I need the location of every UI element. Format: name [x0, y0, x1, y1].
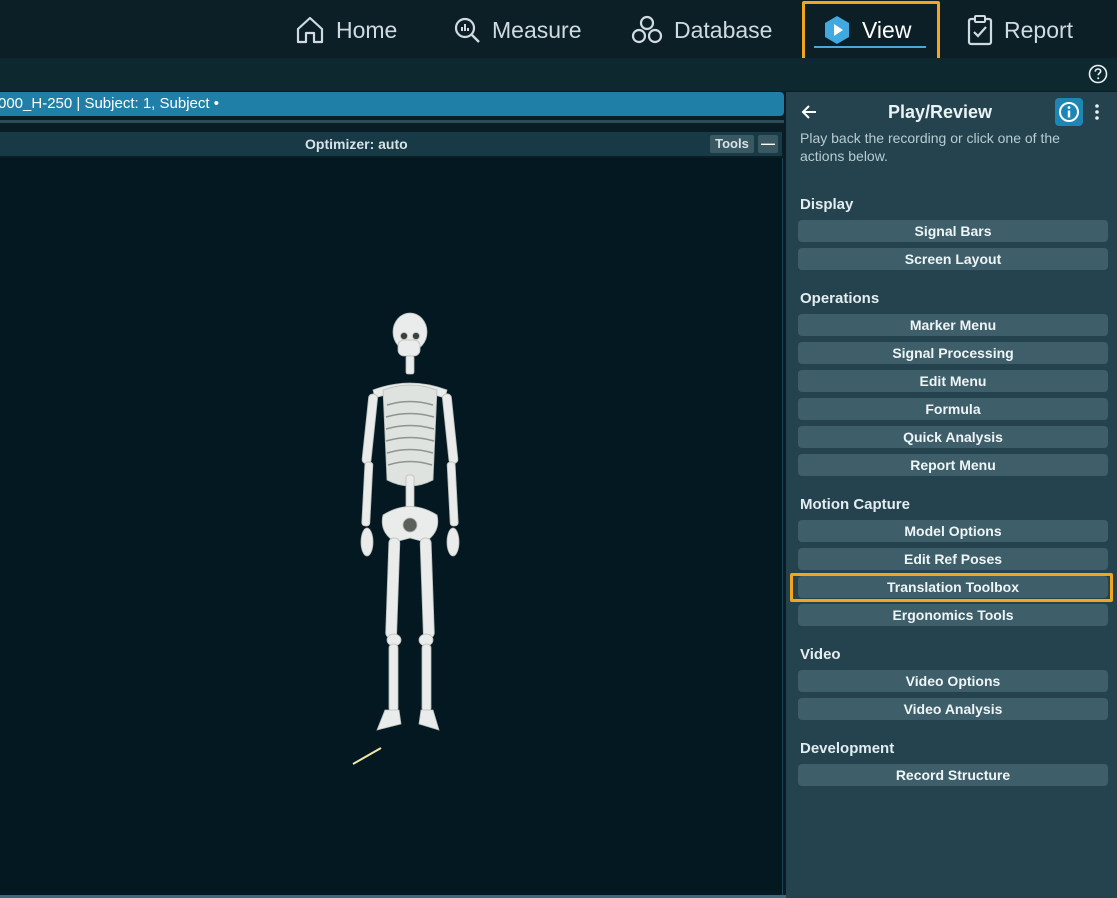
sub-toolbar: [0, 58, 1117, 91]
model-options-button[interactable]: Model Options: [798, 520, 1108, 542]
clipboard-check-icon: [967, 15, 993, 46]
quick-analysis-button[interactable]: Quick Analysis: [798, 426, 1108, 448]
viewport-title: Optimizer: auto: [305, 136, 408, 152]
nav-report-label: Report: [1004, 16, 1074, 43]
video-options-button[interactable]: Video Options: [798, 670, 1108, 692]
section-video: Video: [800, 646, 841, 663]
nav-database[interactable]: Database: [630, 8, 772, 52]
help-icon[interactable]: [1088, 64, 1108, 84]
nav-database-label: Database: [674, 16, 773, 43]
nav-home[interactable]: Home: [294, 8, 397, 52]
divider: [0, 120, 784, 123]
tools-button[interactable]: Tools: [710, 135, 754, 153]
translation-toolbox-highlight: [790, 573, 1113, 602]
signal-processing-button[interactable]: Signal Processing: [798, 342, 1108, 364]
record-structure-button[interactable]: Record Structure: [798, 764, 1108, 786]
nav-home-label: Home: [336, 16, 398, 43]
nav-measure-label: Measure: [492, 16, 582, 43]
back-arrow-icon[interactable]: [800, 102, 820, 122]
section-operations: Operations: [800, 290, 880, 307]
edit-menu-button[interactable]: Edit Menu: [798, 370, 1108, 392]
skeleton-model[interactable]: [345, 310, 475, 770]
database-icon: [631, 15, 663, 44]
video-analysis-button[interactable]: Video Analysis: [798, 698, 1108, 720]
nav-measure[interactable]: Measure: [452, 8, 581, 52]
edit-ref-poses-button[interactable]: Edit Ref Poses: [798, 548, 1108, 570]
view-tab-highlight: [802, 1, 940, 63]
recording-title: 000_H-250 | Subject: 1, Subject •: [0, 95, 219, 112]
section-motion-capture: Motion Capture: [800, 496, 910, 513]
marker-menu-button[interactable]: Marker Menu: [798, 314, 1108, 336]
nav-report[interactable]: Report: [966, 8, 1073, 52]
info-button[interactable]: [1055, 98, 1083, 126]
section-development: Development: [800, 740, 895, 757]
panel-description: Play back the recording or click one of …: [800, 130, 1060, 164]
top-navigation: Home Measure Database View Report: [0, 0, 1117, 58]
minimize-button[interactable]: —: [758, 135, 778, 153]
signal-bars-button[interactable]: Signal Bars: [798, 220, 1108, 242]
screen-layout-button[interactable]: Screen Layout: [798, 248, 1108, 270]
panel-title: Play/Review: [888, 102, 993, 122]
section-display: Display: [800, 196, 854, 213]
info-icon: [1059, 102, 1079, 122]
formula-button[interactable]: Formula: [798, 398, 1108, 420]
measure-icon: [454, 17, 480, 43]
report-menu-button[interactable]: Report Menu: [798, 454, 1108, 476]
ergonomics-tools-button[interactable]: Ergonomics Tools: [798, 604, 1108, 626]
home-icon: [296, 16, 324, 44]
kebab-icon[interactable]: [1092, 102, 1102, 122]
recording-title-bar: 000_H-250 | Subject: 1, Subject •: [0, 92, 784, 116]
